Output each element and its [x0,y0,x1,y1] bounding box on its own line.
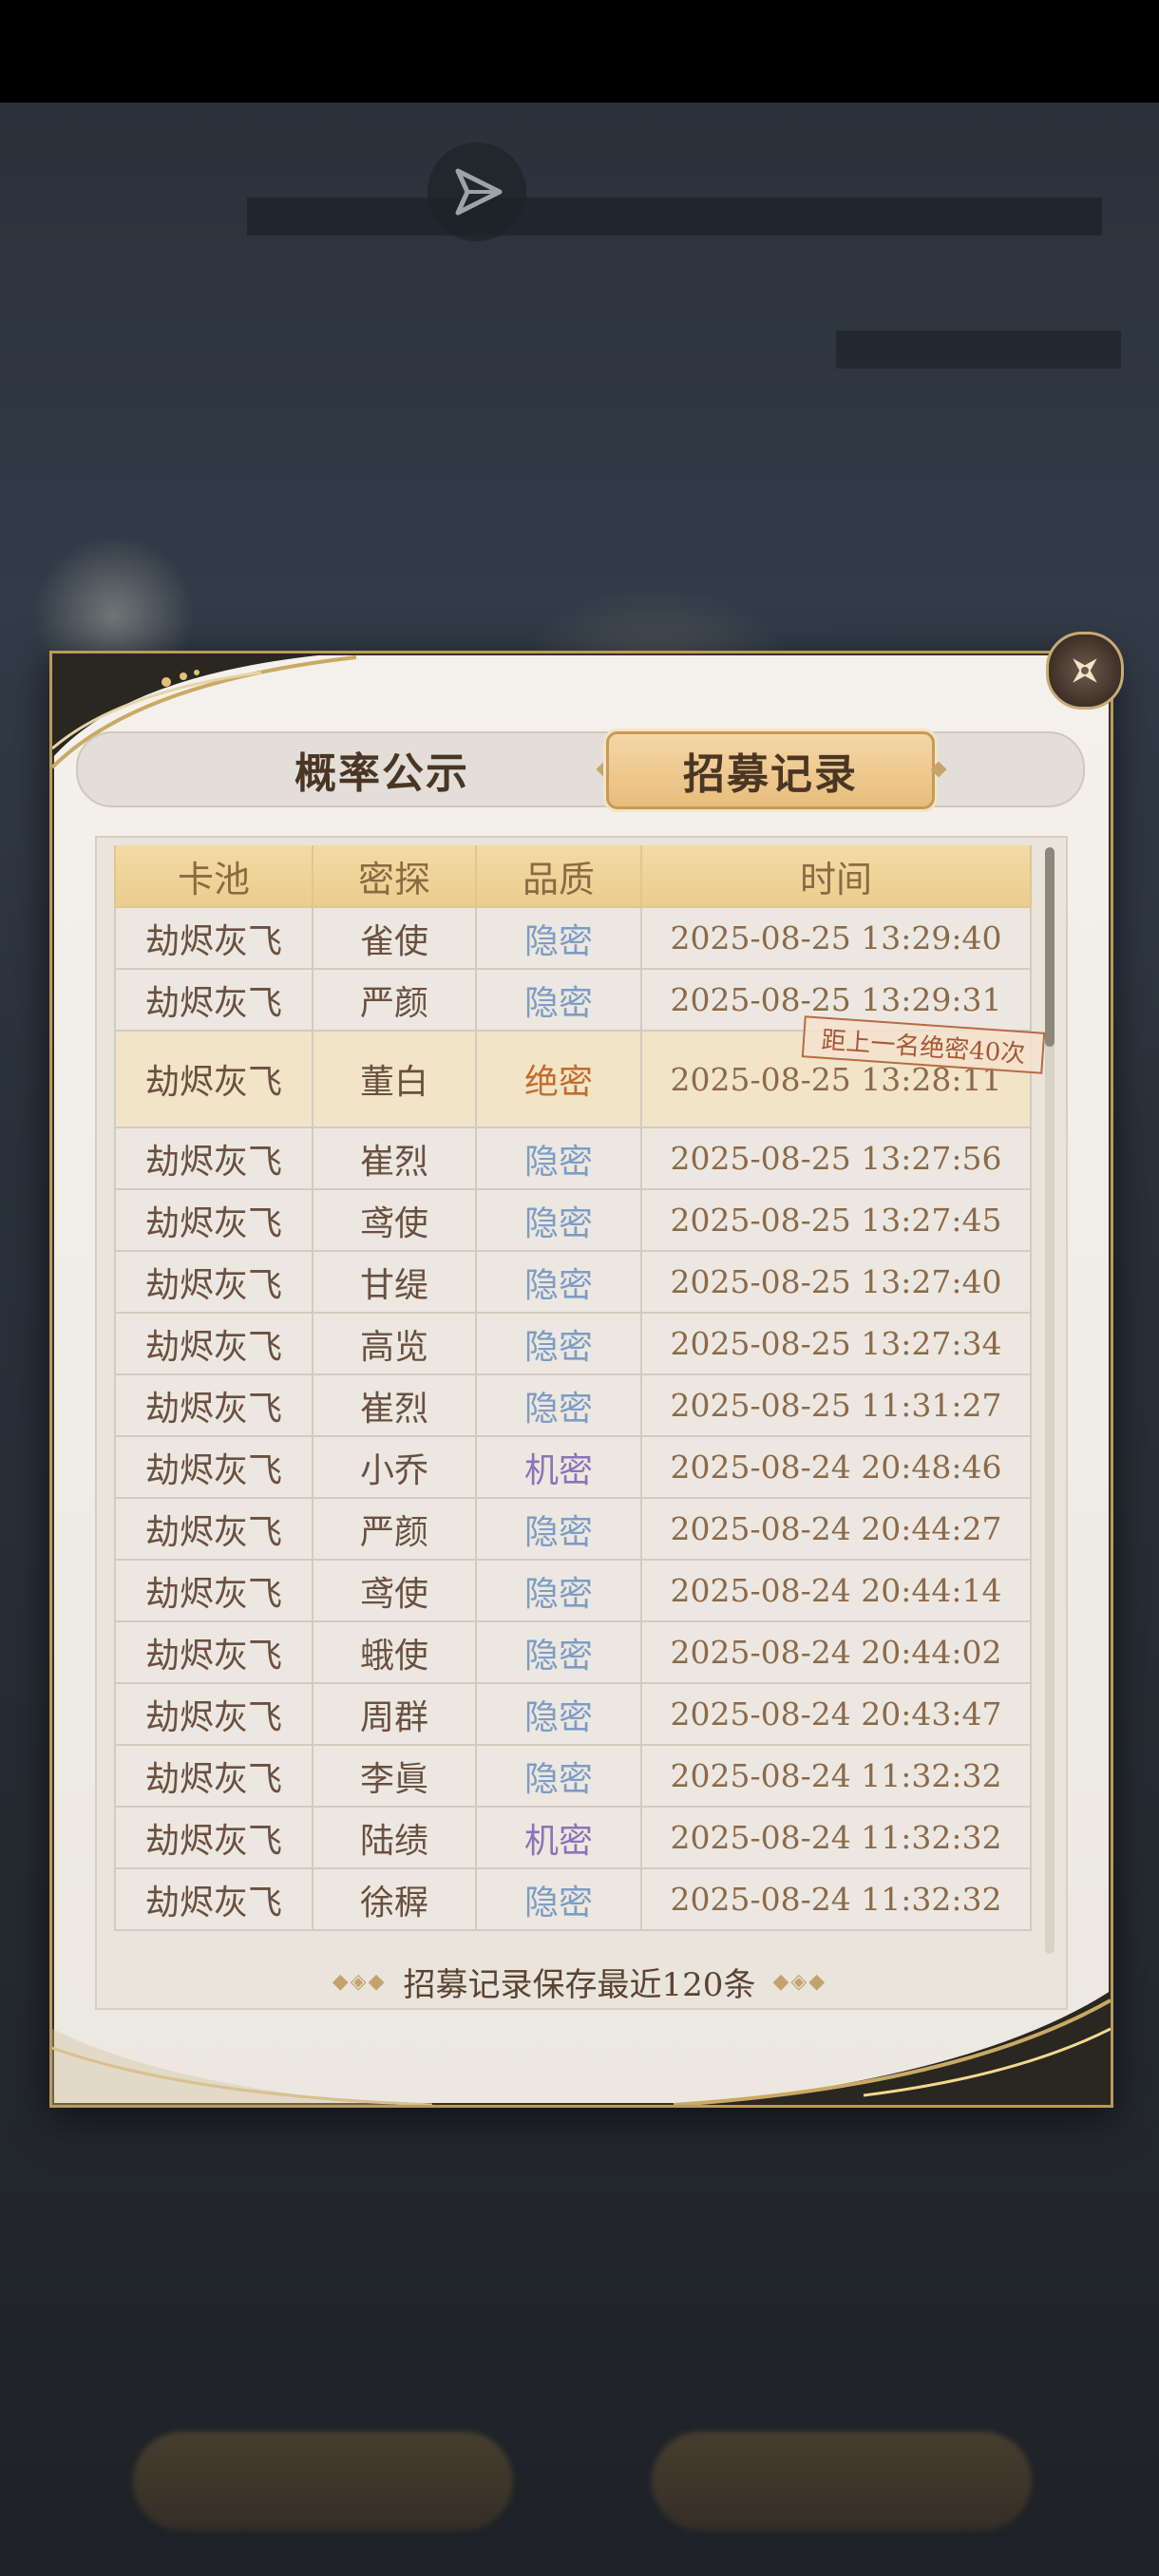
table-row: 劫烬灰飞 小乔 机密 2025-08-24 20:48:46 [114,1437,1032,1499]
cell-agent: 周群 [314,1684,477,1746]
cell-agent: 蛾使 [314,1622,477,1684]
cell-time: 2025-08-24 20:44:14 [642,1561,1032,1622]
cell-quality: 隐密 [477,1622,642,1684]
tab-bar: 概率公示 招募记录 [76,731,1085,809]
cell-time: 2025-08-25 13:27:45 [642,1190,1032,1252]
cell-time: 2025-08-24 20:44:02 [642,1622,1032,1684]
table-row: 劫烬灰飞 陆绩 机密 2025-08-24 11:32:32 [114,1808,1032,1869]
cell-quality: 隐密 [477,1190,642,1252]
table-row: 劫烬灰飞 崔烈 隐密 2025-08-25 11:31:27 [114,1375,1032,1437]
cell-agent: 严颜 [314,970,477,1032]
cell-pool: 劫烬灰飞 [114,1561,314,1622]
status-bar [0,0,1159,103]
table-row: 劫烬灰飞 李眞 隐密 2025-08-24 11:32:32 [114,1746,1032,1808]
cell-time: 2025-08-25 13:27:56 [642,1128,1032,1190]
cell-pool: 劫烬灰飞 [114,970,314,1032]
cell-agent: 鸢使 [314,1190,477,1252]
cell-pool: 劫烬灰飞 [114,1128,314,1190]
cell-time: 2025-08-24 11:32:32 [642,1808,1032,1869]
table-row: 劫烬灰飞 鸢使 隐密 2025-08-24 20:44:14 [114,1561,1032,1622]
background-button-left [133,2432,513,2530]
table-row: 劫烬灰飞 高览 隐密 2025-08-25 13:27:34 [114,1314,1032,1375]
cell-agent: 董白 [314,1032,477,1128]
cell-pool: 劫烬灰飞 [114,1869,314,1931]
record-table[interactable]: 卡池 密探 品质 时间 劫烬灰飞 雀使 隐密 2025-08-25 13:29:40 劫… [114,845,1032,1955]
note-ornament-left: ◆◈◆ [332,1969,387,1994]
cell-agent: 徐稺 [314,1869,477,1931]
cell-quality: 机密 [477,1808,642,1869]
tab-probability[interactable]: 概率公示 [249,733,515,805]
panel-decoration-bottom-left [52,2010,451,2105]
cell-agent: 严颜 [314,1499,477,1561]
cell-quality: 隐密 [477,1252,642,1314]
cell-agent: 崔烈 [314,1128,477,1190]
table-row: 劫烬灰飞 雀使 隐密 2025-08-25 13:29:40 [114,908,1032,970]
table-row: 劫烬灰飞 甘缇 隐密 2025-08-25 13:27:40 [114,1252,1032,1314]
cell-time: 2025-08-24 20:43:47 [642,1684,1032,1746]
cell-quality: 绝密 [477,1032,642,1128]
cell-quality: 隐密 [477,1869,642,1931]
cell-pool: 劫烬灰飞 [114,1746,314,1808]
cell-agent: 陆绩 [314,1808,477,1869]
cell-agent: 鸢使 [314,1561,477,1622]
cell-time: 2025-08-24 11:32:32 [642,1869,1032,1931]
header-quality: 品质 [477,845,642,908]
cell-pool: 劫烬灰飞 [114,1252,314,1314]
header-agent: 密探 [314,845,477,908]
cell-quality: 隐密 [477,1314,642,1375]
cell-time: 2025-08-25 11:31:27 [642,1375,1032,1437]
cell-time: 2025-08-24 11:32:32 [642,1746,1032,1808]
table-row: 劫烬灰飞 鸢使 隐密 2025-08-25 13:27:45 [114,1190,1032,1252]
cell-agent: 甘缇 [314,1252,477,1314]
cell-agent: 小乔 [314,1437,477,1499]
cell-quality: 隐密 [477,1499,642,1561]
note-ornament-right: ◆◈◆ [772,1969,827,1994]
cell-pool: 劫烬灰飞 [114,1808,314,1869]
cell-quality: 隐密 [477,1375,642,1437]
share-button[interactable] [428,142,526,241]
cell-time: 2025-08-25 13:27:34 [642,1314,1032,1375]
cell-time: 2025-08-25 13:29:40 [642,908,1032,970]
cell-time: 2025-08-24 20:48:46 [642,1437,1032,1499]
cell-pool: 劫烬灰飞 [114,1684,314,1746]
table-row: 劫烬灰飞 严颜 隐密 2025-08-24 20:44:27 [114,1499,1032,1561]
cell-quality: 隐密 [477,1746,642,1808]
cell-agent: 崔烈 [314,1375,477,1437]
cell-agent: 高览 [314,1314,477,1375]
cell-pool: 劫烬灰飞 [114,1032,314,1128]
cell-agent: 雀使 [314,908,477,970]
table-row: 劫烬灰飞 崔烈 隐密 2025-08-25 13:27:56 [114,1128,1032,1190]
cell-time: 2025-08-24 20:44:27 [642,1499,1032,1561]
note-text: 招募记录保存最近120条 [403,1965,756,2004]
cell-pool: 劫烬灰飞 [114,1622,314,1684]
cell-pool: 劫烬灰飞 [114,908,314,970]
cell-pool: 劫烬灰飞 [114,1437,314,1499]
cell-quality: 隐密 [477,908,642,970]
cell-agent: 李眞 [314,1746,477,1808]
table-row: 劫烬灰飞 蛾使 隐密 2025-08-24 20:44:02 [114,1622,1032,1684]
cell-pool: 劫烬灰飞 [114,1190,314,1252]
cell-pool: 劫烬灰飞 [114,1314,314,1375]
record-limit-note: ◆◈◆ 招募记录保存最近120条 ◆◈◆ [95,1957,1064,2006]
close-icon [1073,658,1097,683]
cell-quality: 隐密 [477,1561,642,1622]
cell-quality: 隐密 [477,970,642,1032]
header-pool: 卡池 [114,845,314,908]
table-row: 劫烬灰飞 徐稺 隐密 2025-08-24 11:32:32 [114,1869,1032,1931]
cell-pool: 劫烬灰飞 [114,1375,314,1437]
table-header-row: 卡池 密探 品质 时间 [114,845,1032,908]
table-row: 劫烬灰飞 周群 隐密 2025-08-24 20:43:47 [114,1684,1032,1746]
cell-pool: 劫烬灰飞 [114,1499,314,1561]
cell-quality: 隐密 [477,1128,642,1190]
header-time: 时间 [642,845,1032,908]
share-icon [455,168,503,216]
cell-time: 2025-08-25 13:27:40 [642,1252,1032,1314]
scrollbar-thumb[interactable] [1045,847,1054,1047]
table-scrollbar[interactable] [1045,847,1054,1954]
cell-quality: 隐密 [477,1684,642,1746]
background-button-right [652,2432,1032,2530]
tab-records[interactable]: 招募记录 [606,731,935,809]
cell-quality: 机密 [477,1437,642,1499]
close-button[interactable] [1046,632,1124,710]
